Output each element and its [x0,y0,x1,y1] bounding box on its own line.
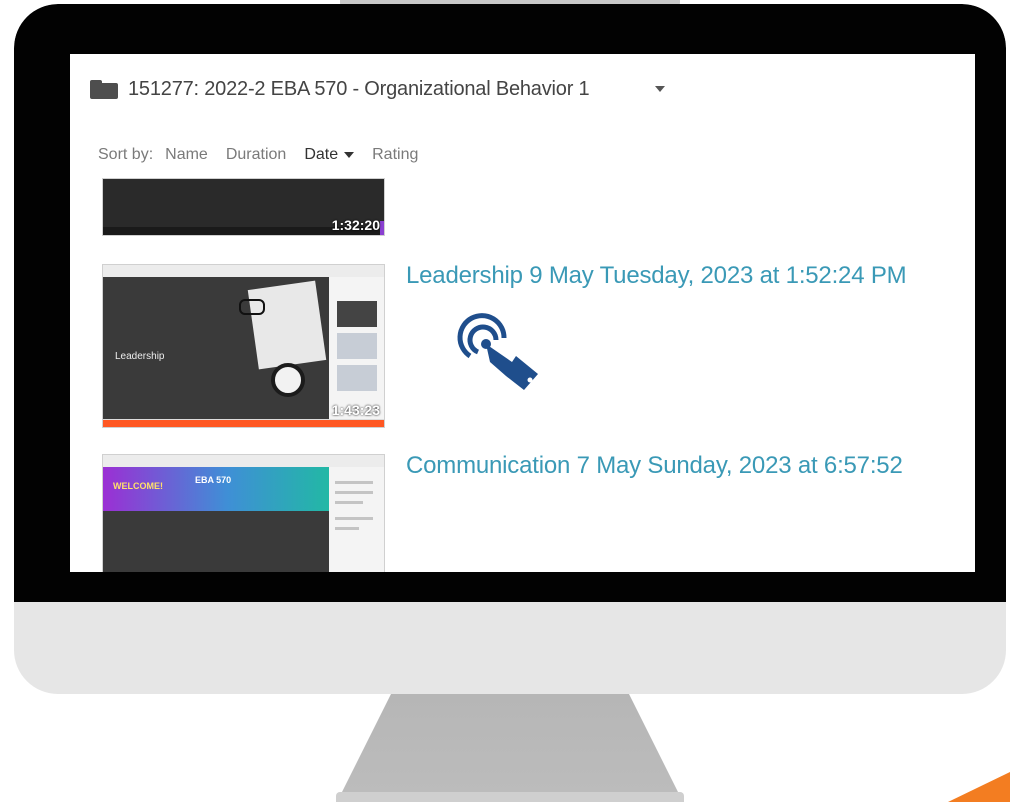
thumbnail-side-panel [329,467,384,572]
tap-hand-icon [457,313,538,390]
thumbnail-slide: Leadership [103,277,329,419]
corner-accent [948,772,1010,802]
sort-bar: Sort by: Name Duration Date Rating [98,146,436,164]
sort-option-date[interactable]: Date [304,146,355,164]
monitor-stand [340,694,680,796]
sort-label: Sort by: [98,146,154,163]
banner-course: EBA 570 [195,475,232,485]
sort-caret-icon [344,152,355,158]
video-title-communication[interactable]: Communication 7 May Sunday, 2023 at 6:57… [406,452,903,480]
video-thumbnail-communication[interactable]: WELCOME! EBA 570 [102,454,385,572]
sort-option-duration[interactable]: Duration [226,146,286,164]
monitor-stand-base [336,792,684,802]
thumbnail-banner: WELCOME! EBA 570 [103,467,329,511]
sort-option-date-label: Date [304,146,339,163]
chevron-down-icon[interactable] [655,86,666,92]
monitor: 151277: 2022-2 EBA 570 - Organizational … [14,4,1006,694]
screen: 151277: 2022-2 EBA 570 - Organizational … [70,54,975,572]
video-duration: 1:43:23 [331,402,380,418]
slide-title: Leadership [115,351,165,362]
folder-icon [90,79,118,99]
video-duration: 1:32:20 [331,217,380,233]
watch-progress-bar [103,420,384,427]
thumbnail-accent [380,221,384,235]
monitor-bezel: 151277: 2022-2 EBA 570 - Organizational … [14,4,1006,602]
folder-title[interactable]: 151277: 2022-2 EBA 570 - Organizational … [128,78,590,101]
sort-option-rating[interactable]: Rating [372,146,418,164]
video-title-leadership[interactable]: Leadership 9 May Tuesday, 2023 at 1:52:2… [406,262,907,290]
video-thumbnail[interactable]: 1:32:20 [102,178,385,236]
folder-header[interactable]: 151277: 2022-2 EBA 570 - Organizational … [90,74,666,104]
video-thumbnail-leadership[interactable]: Leadership 1:43:23 [102,264,385,428]
thumbnail-side-panel [329,277,384,419]
banner-welcome: WELCOME! [113,481,163,491]
sort-option-name[interactable]: Name [165,146,208,164]
